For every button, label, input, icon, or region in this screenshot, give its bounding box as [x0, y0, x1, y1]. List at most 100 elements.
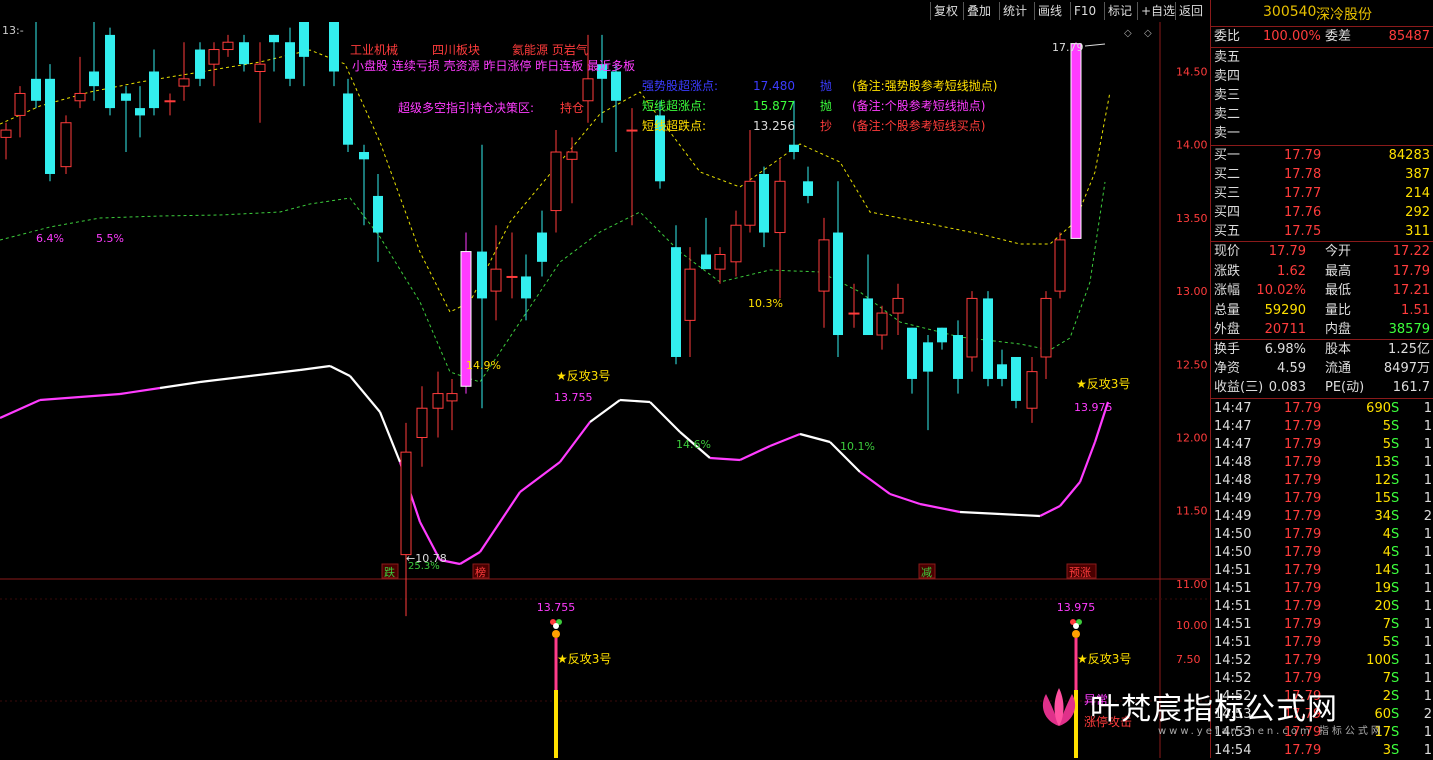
buy-level-volume: 214 — [1405, 186, 1430, 201]
down-candle — [343, 93, 353, 145]
up-candle — [208, 49, 220, 65]
tick-side: S — [1391, 527, 1400, 542]
tick-volume: 14 — [1374, 563, 1391, 578]
tick-time: 14:47 — [1214, 401, 1252, 416]
tick-count: 1 — [1423, 545, 1432, 560]
fund-value: 161.7 — [1392, 380, 1430, 395]
up-candle — [684, 268, 696, 321]
support-line-segment — [1039, 505, 1061, 517]
support-line-segment — [1078, 441, 1097, 483]
toolbar-button-4[interactable]: F10 — [1070, 2, 1099, 20]
buy-level-price: 17.78 — [1284, 167, 1322, 182]
down-candle — [907, 327, 917, 379]
tick-row: 14:51 17.79 5 S 1 — [1211, 634, 1433, 652]
watermark-subtext: www.yefanchen.com 指标公式网 — [1158, 726, 1384, 737]
divider — [1211, 339, 1433, 340]
down-candle — [269, 34, 279, 43]
up-candle — [490, 268, 502, 292]
down-candle — [803, 181, 813, 196]
signal-ball-icon — [552, 630, 560, 638]
bottom-tag-label: 预涨 — [1069, 566, 1091, 579]
stock-header: 300540 深冷股份 — [1211, 0, 1433, 27]
tick-time: 14:51 — [1214, 617, 1252, 632]
pct-label: 10.1% — [840, 440, 875, 453]
y-axis-label: 14.50 — [1176, 66, 1208, 79]
tick-count: 1 — [1423, 491, 1432, 506]
tick-count: 2 — [1423, 707, 1432, 722]
toolbar-button-6[interactable]: +自选 — [1137, 2, 1178, 20]
tick-count: 1 — [1423, 455, 1432, 470]
down-candle — [671, 247, 681, 357]
tick-side: S — [1391, 491, 1400, 506]
tick-row: 14:51 17.79 19 S 1 — [1211, 580, 1433, 598]
fund-row: 净资 4.59 流通 8497万 — [1211, 360, 1433, 378]
tick-count: 1 — [1423, 401, 1432, 416]
tick-side: S — [1391, 437, 1400, 452]
tick-side: S — [1391, 599, 1400, 614]
lotus-logo-icon — [1042, 688, 1076, 726]
sell-level-label: 卖一 — [1214, 126, 1241, 141]
support-line-segment — [1059, 481, 1081, 507]
support-line-segment — [79, 392, 121, 399]
sell-level-label: 卖二 — [1214, 107, 1241, 122]
up-candle — [876, 312, 888, 336]
sell-level-row: 卖四 — [1211, 68, 1433, 86]
support-line-segment — [619, 398, 651, 404]
weicha-label: 委差 — [1325, 29, 1352, 44]
fund-value: 6.98% — [1264, 342, 1306, 357]
pct-label: 6.4% — [36, 232, 64, 245]
tick-time: 14:47 — [1214, 437, 1252, 452]
down-candle — [759, 173, 769, 233]
support-line-segment — [649, 401, 681, 433]
signal-action: 抛 — [820, 78, 832, 93]
tick-row: 14:50 17.79 4 S 1 — [1211, 544, 1433, 562]
kline-chart[interactable]: 17.5017.0016.5016.0015.5015.0014.5014.00… — [0, 22, 1210, 758]
down-candle — [537, 232, 547, 262]
support-line-segment — [559, 421, 591, 463]
signal-ball-icon — [553, 623, 559, 629]
down-candle — [105, 34, 115, 109]
toolbar-button-1[interactable]: 叠加 — [963, 2, 994, 20]
tick-time: 14:54 — [1214, 743, 1252, 758]
toolbar-button-2[interactable]: 统计 — [999, 2, 1030, 20]
support-line-segment — [299, 364, 331, 372]
down-candle — [239, 42, 249, 65]
up-candle — [14, 92, 26, 116]
down-candle — [45, 78, 55, 174]
chart-toolbar: 复权 叠加 统计 画线 F10 标记 +自选 返回 — [0, 0, 1210, 22]
tick-side: S — [1391, 635, 1400, 650]
tick-row: 14:51 17.79 14 S 1 — [1211, 562, 1433, 580]
buy-level-price: 17.77 — [1284, 186, 1322, 201]
toolbar-button-3[interactable]: 画线 — [1034, 2, 1065, 20]
down-candle — [923, 342, 933, 372]
tick-time: 14:49 — [1214, 491, 1252, 506]
stock-name: 深冷股份 — [1316, 7, 1372, 23]
fund-row: 换手 6.98% 股本 1.25亿 — [1211, 341, 1433, 359]
tick-side: S — [1391, 581, 1400, 596]
toolbar-button-7[interactable]: 返回 — [1175, 2, 1206, 20]
up-candle — [0, 129, 12, 138]
toolbar-button-0[interactable]: 复权 — [930, 2, 961, 20]
down-candle — [329, 22, 339, 72]
toolbar-button-5[interactable]: 标记 — [1104, 2, 1135, 20]
tick-side: S — [1391, 743, 1400, 758]
stat-row: 涨幅 10.02% 最低 17.21 — [1211, 282, 1433, 300]
support-line-segment — [329, 365, 351, 377]
signal-price-label: 13.975 — [1074, 401, 1113, 414]
tick-count: 1 — [1423, 653, 1432, 668]
divider — [1211, 47, 1433, 48]
support-line-segment — [519, 461, 561, 493]
tick-count: 1 — [1423, 743, 1432, 758]
tick-price: 17.79 — [1284, 599, 1322, 614]
down-candle — [31, 78, 41, 101]
tick-row: 14:50 17.79 4 S 1 — [1211, 526, 1433, 544]
down-candle — [89, 71, 99, 87]
tick-volume: 4 — [1382, 545, 1391, 560]
tick-count: 2 — [1423, 509, 1432, 524]
sub-y-axis-label: 7.50 — [1176, 653, 1201, 666]
tick-price: 17.79 — [1284, 509, 1322, 524]
strategy-label: 超级多空指引持仓决策区: — [398, 100, 534, 115]
buy-level-label: 买二 — [1214, 167, 1241, 182]
tick-time: 14:51 — [1214, 563, 1252, 578]
signal-note: (备注:强势股参考短线抛点) — [852, 78, 997, 93]
